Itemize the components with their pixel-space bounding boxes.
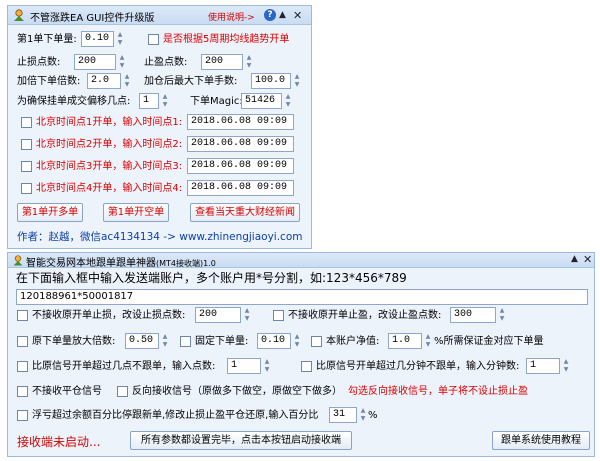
app-logo-icon (12, 8, 26, 22)
offset-label: 为确保挂单成交偏移几点: (17, 96, 131, 107)
mult-input[interactable]: 2.0 (87, 73, 121, 89)
reverse-note: 勾选反向接收信号，单子将不设止损止盈 (348, 386, 528, 397)
compare-points-input[interactable]: 1 (227, 358, 261, 374)
offset-input[interactable]: 1 (139, 93, 159, 109)
no-sl-checkbox[interactable] (17, 310, 28, 321)
magic-input[interactable]: 51426 (241, 93, 282, 109)
magic-label: 下单Magic: (190, 96, 243, 107)
mult-label: 加倍下单倍数: (17, 76, 81, 87)
equity-input[interactable]: 1.0 (388, 333, 422, 349)
close-icon[interactable]: ✕ (583, 250, 592, 269)
news-button[interactable]: 查看当天重大财经新闻 (190, 203, 300, 222)
time2-input[interactable]: 2018.06.08 09:09 (187, 136, 294, 152)
lot-input[interactable]: 0.10 (81, 31, 114, 47)
copy-trader-window: 智能交易网本地跟单跟单神器(MT4接收端)1.0 ▲ ✕ 在下面输入框中输入发送… (7, 252, 595, 457)
offset-spinner[interactable]: ▲ ▼ (161, 93, 169, 109)
time3-checkbox[interactable] (21, 161, 32, 172)
equity-spinner[interactable]: ▲ ▼ (424, 333, 432, 349)
mult-spinner[interactable]: ▲ ▼ (123, 73, 131, 89)
author-text: 作者：赵越，微信ac4134134 -> www.zhinengjiaoyi.c… (17, 231, 303, 243)
fixed-checkbox[interactable] (180, 336, 191, 347)
collapse-icon[interactable]: ▲ (279, 6, 286, 25)
float-label: 浮亏超过余额百分比停跟新单,修改止损止盈平仓还原,输入百分比 (32, 410, 319, 421)
tp-input[interactable]: 200 (201, 54, 243, 70)
float-input[interactable]: 31 (329, 407, 357, 423)
no-sl-label: 不接收原开单止损，改设止损点数: (32, 310, 186, 321)
tutorial-button[interactable]: 跟单系统使用教程 (492, 431, 590, 450)
sl-label: 止损点数: (17, 57, 61, 68)
float-checkbox[interactable] (17, 410, 28, 421)
compare-points-spinner[interactable]: ▲ ▼ (263, 358, 271, 374)
sell-button[interactable]: 第1单开空单 (103, 203, 169, 222)
copy-window-titlebar[interactable]: 智能交易网本地跟单跟单神器(MT4接收端)1.0 ▲ ✕ (8, 250, 594, 269)
collapse-icon[interactable]: ▲ (571, 250, 578, 269)
compare-points-checkbox[interactable] (17, 361, 28, 372)
fixed-input[interactable]: 0.10 (257, 333, 291, 349)
no-sl-spinner[interactable]: ▲ ▼ (243, 307, 251, 323)
no-tp-input[interactable]: 300 (450, 307, 496, 323)
compare-minutes-checkbox[interactable] (301, 361, 312, 372)
time1-checkbox[interactable] (21, 117, 32, 128)
buy-button[interactable]: 第1单开多单 (17, 203, 83, 222)
start-receiver-button[interactable]: 所有参数都设置完毕，点击本按钮启动接收端 (130, 431, 352, 450)
fixed-label: 固定下单量: (195, 336, 249, 347)
compare-minutes-label: 比原信号开单超过几分钟不跟单，输入分钟数: (316, 361, 520, 372)
compare-minutes-input[interactable]: 1 (526, 358, 560, 374)
equity-label: 本账户净值: (326, 336, 380, 347)
compare-minutes-spinner[interactable]: ▲ ▼ (562, 358, 570, 374)
magic-spinner[interactable]: ▲ ▼ (284, 93, 292, 109)
maxlot-input[interactable]: 100.0 (251, 73, 291, 89)
time2-checkbox[interactable] (21, 139, 32, 150)
reverse-checkbox[interactable] (117, 386, 128, 397)
time2-label: 北京时间点2开单，输入时间点2: (36, 139, 183, 150)
app-logo-icon (12, 254, 24, 266)
mult-input[interactable]: 0.50 (125, 333, 159, 349)
float-suffix: % (368, 410, 378, 421)
trend-checkbox[interactable] (148, 34, 159, 45)
mult-checkbox[interactable] (17, 336, 28, 347)
equity-suffix: %所需保证金对应下单量 (434, 336, 544, 347)
status-text: 接收端未启动... (17, 435, 101, 449)
float-spinner[interactable]: ▲ ▼ (359, 407, 367, 423)
compare-points-label: 比原信号开单超过几点不跟单，输入点数: (32, 361, 216, 372)
reverse-label: 反向接收信号（原做多下做空，原做空下做多） (132, 386, 342, 397)
no-tp-checkbox[interactable] (273, 310, 284, 321)
tp-spinner[interactable]: ▲ ▼ (245, 54, 253, 70)
ea-gui-window: 不管涨跌EA GUI控件升级版 使用说明-> ? ▲ ✕ 第1单下单量: 0.1… (7, 5, 312, 249)
lot-spinner[interactable]: ▲ ▼ (116, 31, 124, 47)
window-title: 智能交易网本地跟单跟单神器(MT4接收端)1.0 (26, 258, 216, 269)
close-icon[interactable]: ✕ (293, 6, 302, 25)
no-tp-label: 不接收原开单止盈，改设止盈点数: (288, 310, 442, 321)
fixed-spinner[interactable]: ▲ ▼ (293, 333, 301, 349)
time4-checkbox[interactable] (21, 183, 32, 194)
maxlot-label: 加仓后最大下单手数: (144, 76, 238, 87)
time4-input[interactable]: 2018.06.08 09:09 (187, 180, 294, 196)
ea-window-titlebar[interactable]: 不管涨跌EA GUI控件升级版 使用说明-> ? ▲ ✕ (8, 6, 311, 25)
accounts-input[interactable]: 120188961*50001817 (16, 289, 588, 305)
no-tp-spinner[interactable]: ▲ ▼ (498, 307, 506, 323)
help-button[interactable]: ? (264, 9, 276, 21)
no-sl-input[interactable]: 200 (195, 307, 241, 323)
equity-checkbox[interactable] (311, 336, 322, 347)
time1-input[interactable]: 2018.06.08 09:09 (187, 114, 294, 130)
sl-input[interactable]: 200 (74, 54, 116, 70)
sl-spinner[interactable]: ▲ ▼ (118, 54, 126, 70)
help-link[interactable]: 使用说明-> (208, 10, 255, 23)
time3-input[interactable]: 2018.06.08 09:09 (187, 158, 294, 174)
time3-label: 北京时间点3开单，输入时间点3: (36, 161, 183, 172)
tp-label: 止盈点数: (144, 57, 188, 68)
no-close-label: 不接收平仓信号 (32, 386, 102, 397)
lot-label: 第1单下单量: (17, 34, 77, 45)
maxlot-spinner[interactable]: ▲ ▼ (293, 73, 301, 89)
mult-label: 原下单量放大倍数: (32, 336, 116, 347)
no-close-checkbox[interactable] (17, 386, 28, 397)
instruction-text: 在下面输入框中输入发送端账户，多个账户用*号分割，如:123*456*789 (16, 271, 407, 285)
trend-check-label: 是否根据5周期均线趋势开单 (163, 34, 290, 45)
window-title: 不管涨跌EA GUI控件升级版 (30, 13, 155, 24)
time4-label: 北京时间点4开单，输入时间点4: (36, 183, 183, 194)
time1-label: 北京时间点1开单，输入时间点1: (36, 117, 183, 128)
mult-spinner[interactable]: ▲ ▼ (161, 333, 169, 349)
